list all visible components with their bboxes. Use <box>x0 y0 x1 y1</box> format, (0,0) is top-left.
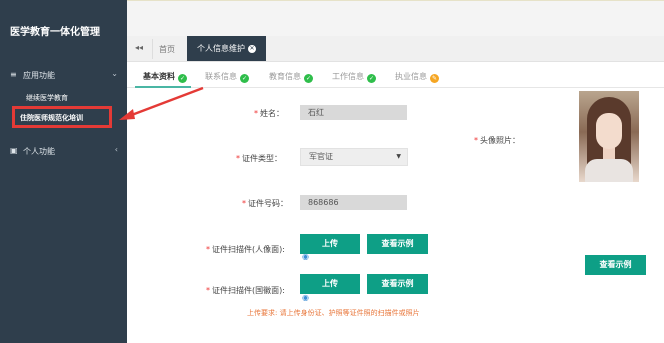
top-bar <box>127 0 664 36</box>
step-education-info[interactable]: 教育信息 ✓ <box>269 71 313 83</box>
id-type-select[interactable]: 军官证 ▼ <box>300 148 408 166</box>
step-label: 执业信息 <box>395 72 427 81</box>
step-work-info[interactable]: 工作信息 ✓ <box>332 71 376 83</box>
step-contact-info[interactable]: 联系信息 ✓ <box>205 71 249 83</box>
tab-personal-info[interactable]: 个人信息维护 ✕ <box>187 36 266 61</box>
tab-bar: ◂◂ 首页 个人信息维护 ✕ <box>127 36 664 62</box>
scan-front-label: * 证件扫描件(人像面): <box>206 245 285 254</box>
avatar-photo[interactable] <box>579 91 639 182</box>
check-icon: ✓ <box>178 74 187 83</box>
step-label: 联系信息 <box>205 72 237 81</box>
check-icon: ✓ <box>240 74 249 83</box>
id-number-field[interactable]: 868686 <box>300 195 407 210</box>
check-icon: ✓ <box>367 74 376 83</box>
step-label: 基本资料 <box>143 72 175 81</box>
tab-home[interactable]: 首页 <box>159 44 175 55</box>
upload-front-button[interactable]: 上传 <box>300 234 360 254</box>
step-basic-info[interactable]: 基本资料 ✓ <box>143 71 187 83</box>
photo-label: * 头像照片： <box>474 136 520 145</box>
close-icon[interactable]: ✕ <box>248 44 256 53</box>
personal-icon: ▣ <box>10 146 18 155</box>
annotation-arrow <box>119 86 204 120</box>
step-label: 教育信息 <box>269 72 301 81</box>
caret-down-icon: ▼ <box>396 153 401 160</box>
sidebar-group-personal[interactable]: ▣ 个人功能 ‹ <box>0 143 127 159</box>
tab-label: 个人信息维护 <box>197 44 245 53</box>
sidebar-item-continuing-education[interactable]: 继续医学教育 <box>26 93 68 103</box>
divider <box>152 39 153 59</box>
upload-requirement-hint: 上传要求: 请上传身份证、护照等证件照的扫描件或照片 <box>247 309 420 317</box>
sidebar-group-apps[interactable]: ≡ 应用功能 ⌄ <box>0 67 127 83</box>
name-field[interactable]: 石红 <box>300 105 407 120</box>
sidebar: 医学教育一体化管理 ≡ 应用功能 ⌄ 继续医学教育 住院医师规范化培训 ▣ 个人… <box>0 0 127 343</box>
id-number-label: * 证件号码： <box>242 199 288 208</box>
chevron-left-icon: ‹ <box>114 145 118 154</box>
view-example-front-button[interactable]: 查看示例 <box>367 234 428 254</box>
sidebar-group-label: 个人功能 <box>23 147 55 156</box>
check-icon: ✓ <box>304 74 313 83</box>
scan-back-label: * 证件扫描件(国徽面): <box>206 286 285 295</box>
chevron-down-icon: ⌄ <box>111 69 118 78</box>
step-practice-info[interactable]: 执业信息 ✎ <box>395 71 439 83</box>
app-title: 医学教育一体化管理 <box>10 27 100 38</box>
menu-icon: ≡ <box>10 70 17 79</box>
step-label: 工作信息 <box>332 72 364 81</box>
edit-icon: ✎ <box>430 74 439 83</box>
eye-icon[interactable]: ◉ <box>302 252 309 261</box>
scroll-left-icon[interactable]: ◂◂ <box>135 43 143 52</box>
sidebar-item-residency-training[interactable]: 住院医师规范化培训 <box>20 113 83 123</box>
id-type-label: * 证件类型： <box>236 154 282 163</box>
step-nav: 基本资料 ✓ 联系信息 ✓ 教育信息 ✓ 工作信息 ✓ 执业信息 ✎ <box>127 62 664 88</box>
sidebar-group-label: 应用功能 <box>23 71 55 80</box>
view-example-photo-button[interactable]: 查看示例 <box>585 255 646 275</box>
view-example-back-button[interactable]: 查看示例 <box>367 274 428 294</box>
name-label: * 姓名： <box>254 109 284 118</box>
eye-icon[interactable]: ◉ <box>302 293 309 302</box>
upload-back-button[interactable]: 上传 <box>300 274 360 294</box>
